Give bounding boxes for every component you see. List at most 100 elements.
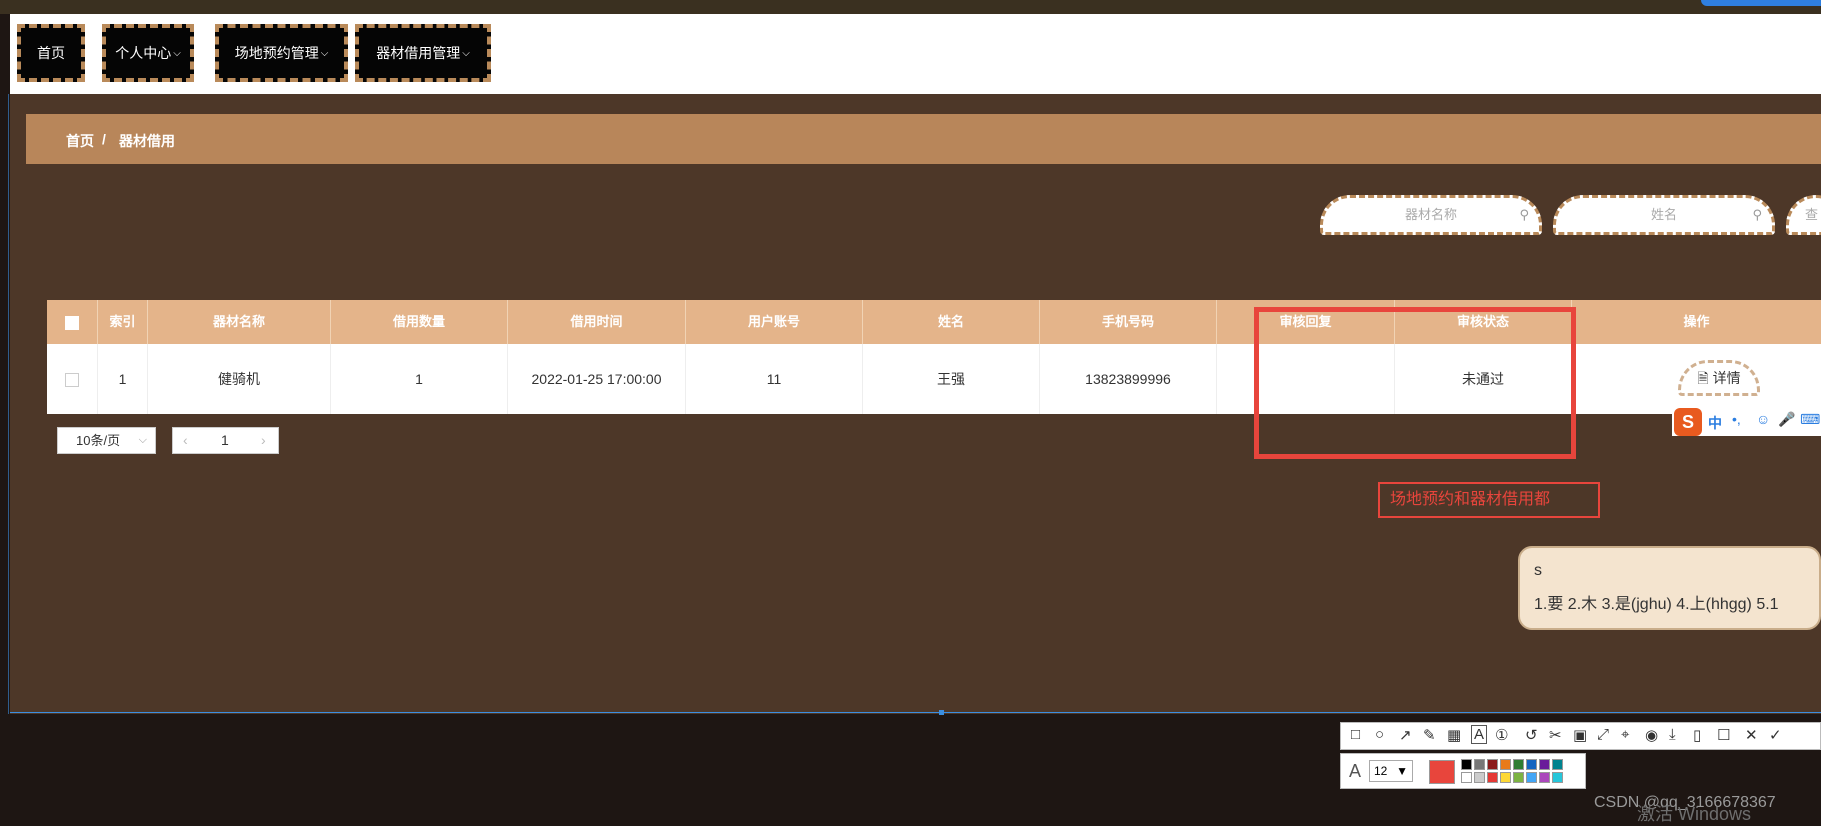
pen-tool-icon[interactable]: ✎ [1423,726,1436,744]
name-search-input[interactable]: 姓名 ⚲ [1553,195,1775,235]
undo-icon[interactable]: ↺ [1525,726,1538,744]
page-size-value: 10条/页 [76,433,121,448]
color-swatch[interactable] [1487,759,1498,770]
breadcrumb: 首页 / 器材借用 [26,114,1821,164]
search-placeholder: 姓名 [1650,207,1677,222]
query-button-label: 查 [1805,207,1819,222]
color-swatch[interactable] [1526,772,1537,783]
nav-item-label: 器材借用管理 [376,45,461,61]
windows-activation: 激活 Windows [1637,800,1751,826]
column-header: 姓名 [863,300,1040,344]
annotation-text-box[interactable]: 场地预约和器材借用都 [1378,482,1600,518]
font-icon: A [1349,761,1362,781]
detail-button-label: 详情 [1712,370,1741,386]
punctuation-icon[interactable]: •, [1732,411,1741,427]
detail-button[interactable]: 🗎 详情 [1678,360,1760,396]
confirm-icon[interactable]: ✓ [1769,726,1782,744]
color-swatch[interactable] [1487,772,1498,783]
color-swatch[interactable] [1461,772,1472,783]
color-swatch[interactable] [1552,772,1563,783]
pin-icon[interactable]: ⌖ [1621,726,1629,743]
color-swatch[interactable] [1539,759,1550,770]
color-swatch[interactable] [1513,772,1524,783]
nav-item-label: 个人中心 [115,45,172,61]
nav-item-label: 场地预约管理 [234,45,319,61]
column-header: 器材名称 [148,300,331,344]
search-icon: ⚲ [1752,207,1762,222]
top-strip-highlight [1701,0,1821,6]
mosaic-tool-icon[interactable]: ▦ [1447,726,1461,744]
expand-icon[interactable]: ⤢ [1597,726,1609,743]
cell-account: 11 [686,344,863,414]
column-header: 索引 [98,300,148,344]
selection-line [10,712,1821,713]
selection-edge [8,94,9,714]
nav-item-label: 首页 [37,45,65,61]
record-icon[interactable]: ◉ [1645,726,1658,744]
breadcrumb-home[interactable]: 首页 [66,131,94,151]
cell-equipment: 健骑机 [148,344,331,414]
number-tool-icon[interactable]: ① [1495,726,1508,744]
ime-typed-text: s [1534,562,1542,579]
color-swatch[interactable] [1513,759,1524,770]
ime-candidates[interactable]: 1.要 2.木 3.是(jghu) 4.上(hhgg) 5.1 [1534,590,1779,614]
column-header: 用户账号 [686,300,863,344]
cell-quantity: 1 [331,344,508,414]
cell-name: 王强 [863,344,1040,414]
ocr-icon[interactable]: ▣ [1573,726,1587,744]
font-size-select[interactable]: 12 ▼ [1369,760,1413,782]
column-header: 手机号码 [1040,300,1217,344]
selection-handle[interactable] [939,710,944,715]
color-swatch[interactable] [1500,772,1511,783]
bookmark-icon[interactable]: ☐ [1717,726,1730,744]
select-all-checkbox[interactable] [65,315,79,330]
current-color-swatch[interactable] [1429,760,1455,784]
arrow-tool-icon[interactable]: ↗ [1399,726,1412,744]
phone-icon[interactable]: ▯ [1693,726,1701,744]
color-swatch[interactable] [1474,759,1485,770]
row-checkbox[interactable] [65,373,79,388]
annotation-rectangle [1254,307,1576,459]
document-icon: 🗎 [1697,370,1709,386]
navbar: 首页 个人中心 ⌵ 场地预约管理 ⌵ 器材借用管理 ⌵ [10,14,1821,94]
rectangle-tool-icon[interactable]: □ [1351,726,1360,743]
keyboard-icon[interactable]: ⌨ [1800,411,1820,428]
breadcrumb-separator: / [102,131,106,147]
sogou-logo-icon: S [1674,408,1702,436]
row-select-cell [47,344,98,414]
nav-item-home[interactable]: 首页 [17,24,85,82]
chevron-down-icon: ⌵ [173,47,181,59]
ime-candidate-window: s 1.要 2.木 3.是(jghu) 4.上(hhgg) 5.1 [1518,546,1821,630]
chevron-down-icon: ⌵ [462,47,470,59]
color-swatch[interactable] [1461,759,1472,770]
nav-item-venue-booking[interactable]: 场地预约管理 ⌵ [215,24,348,82]
color-swatch[interactable] [1526,759,1537,770]
color-swatch[interactable] [1539,772,1550,783]
annotation-text: 场地预约和器材借用都 [1390,491,1551,508]
microphone-icon[interactable]: 🎤 [1778,411,1795,428]
text-tool-icon[interactable]: A [1471,725,1488,744]
prev-page-button[interactable]: ‹ [183,432,188,448]
font-size-value: 12 [1374,764,1388,778]
color-swatch[interactable] [1552,759,1563,770]
ime-mode[interactable]: 中 [1708,413,1722,433]
nav-item-personal-center[interactable]: 个人中心 ⌵ [102,24,194,82]
scissors-icon[interactable]: ✂ [1549,726,1562,744]
cell-index: 1 [98,344,148,414]
page-size-select[interactable]: 10条/页 ⌵ [57,427,156,454]
color-swatch[interactable] [1474,772,1485,783]
close-icon[interactable]: ✕ [1745,726,1758,744]
chevron-down-icon: ⌵ [138,434,147,446]
page-number[interactable]: 1 [221,432,229,448]
search-placeholder: 器材名称 [1404,207,1457,222]
breadcrumb-current: 器材借用 [119,133,175,149]
nav-item-equipment-borrow[interactable]: 器材借用管理 ⌵ [355,24,491,82]
select-all-cell [47,300,98,344]
next-page-button[interactable]: › [261,432,266,448]
cell-phone: 13823899996 [1040,344,1217,414]
emoji-icon[interactable]: ☺ [1756,411,1770,427]
ellipse-tool-icon[interactable]: ○ [1375,726,1384,743]
color-swatch[interactable] [1500,759,1511,770]
download-icon[interactable]: ⤓ [1669,726,1676,743]
equipment-search-input[interactable]: 器材名称 ⚲ [1320,195,1542,235]
